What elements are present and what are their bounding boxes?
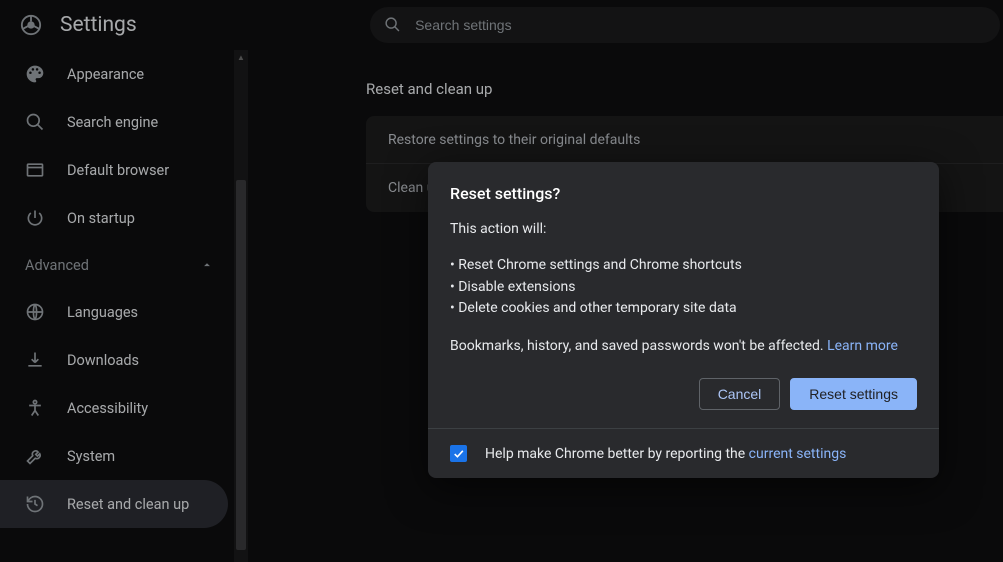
bullet-text: Reset Chrome settings and Chrome shortcu… [458, 257, 742, 273]
dialog-bullet: • Disable extensions [450, 277, 917, 299]
report-text: Help make Chrome better by reporting the [485, 446, 749, 462]
dialog-footer: Help make Chrome better by reporting the… [428, 428, 939, 478]
dialog-bullet: • Reset Chrome settings and Chrome short… [450, 255, 917, 277]
dialog-bullet: • Delete cookies and other temporary sit… [450, 298, 917, 320]
dialog-actions: Cancel Reset settings [450, 378, 917, 410]
learn-more-link[interactable]: Learn more [827, 338, 898, 354]
report-checkbox[interactable] [450, 445, 467, 462]
dialog-intro: This action will: [450, 221, 917, 237]
reset-settings-button[interactable]: Reset settings [790, 378, 917, 410]
current-settings-link[interactable]: current settings [749, 446, 847, 462]
report-label: Help make Chrome better by reporting the… [485, 446, 846, 462]
dialog-note: Bookmarks, history, and saved passwords … [450, 338, 917, 354]
cancel-button[interactable]: Cancel [699, 378, 781, 410]
dialog-bullets: • Reset Chrome settings and Chrome short… [450, 255, 917, 320]
reset-settings-dialog: Reset settings? This action will: • Rese… [428, 162, 939, 478]
bullet-text: Disable extensions [458, 279, 575, 295]
note-text: Bookmarks, history, and saved passwords … [450, 338, 827, 354]
dialog-title: Reset settings? [450, 184, 917, 203]
bullet-text: Delete cookies and other temporary site … [458, 300, 736, 316]
